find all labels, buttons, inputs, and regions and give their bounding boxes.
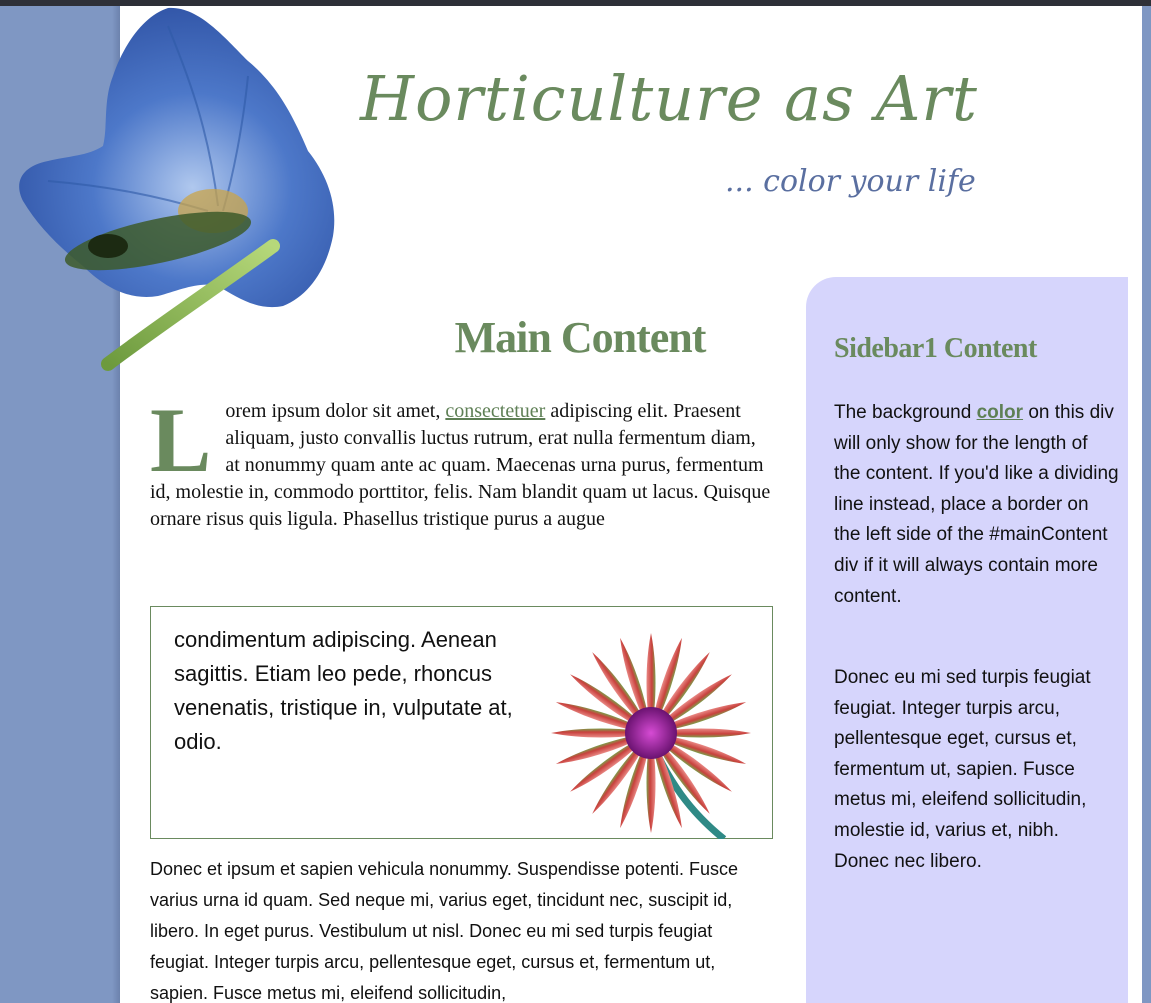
right-margin <box>1142 6 1151 1003</box>
body-paragraph: Donec et ipsum et sapien vehicula nonumm… <box>150 859 738 1003</box>
feature-box: condimentum adipiscing. Aenean sagittis.… <box>150 606 773 839</box>
feature-box-text: condimentum adipiscing. Aenean sagittis.… <box>174 627 513 754</box>
intro-paragraph: Lorem ipsum dolor sit amet, consectetuer… <box>150 389 775 533</box>
blue-poppy-flower-image <box>19 7 335 371</box>
drop-cap: L <box>150 389 212 491</box>
color-link[interactable]: color <box>977 402 1023 423</box>
sidebar-paragraph-2: Donec eu mi sed turpis feugiat feugiat. … <box>834 667 1091 872</box>
sidebar: Sidebar1 Content The background color on… <box>806 277 1128 1003</box>
logo-tagline: ... color your life <box>725 164 976 199</box>
sidebar-paragraph-1: The background color on this div will on… <box>834 398 1119 612</box>
sidebar-p1-end: on this div will only show for the lengt… <box>834 402 1119 607</box>
logo-title: Horticulture as Art <box>360 62 978 135</box>
main-content-title: Main Content <box>454 313 707 362</box>
consectetuer-link[interactable]: consectetuer <box>445 400 545 422</box>
sidebar-title: Sidebar1 Content <box>834 333 1037 364</box>
red-daisy-flower-image <box>551 633 751 839</box>
sidebar-p1-start: The background <box>834 402 977 423</box>
intro-text-start: orem ipsum dolor sit amet, <box>225 400 446 422</box>
site-logo[interactable]: Horticulture as Art ... color your life <box>360 62 1000 242</box>
